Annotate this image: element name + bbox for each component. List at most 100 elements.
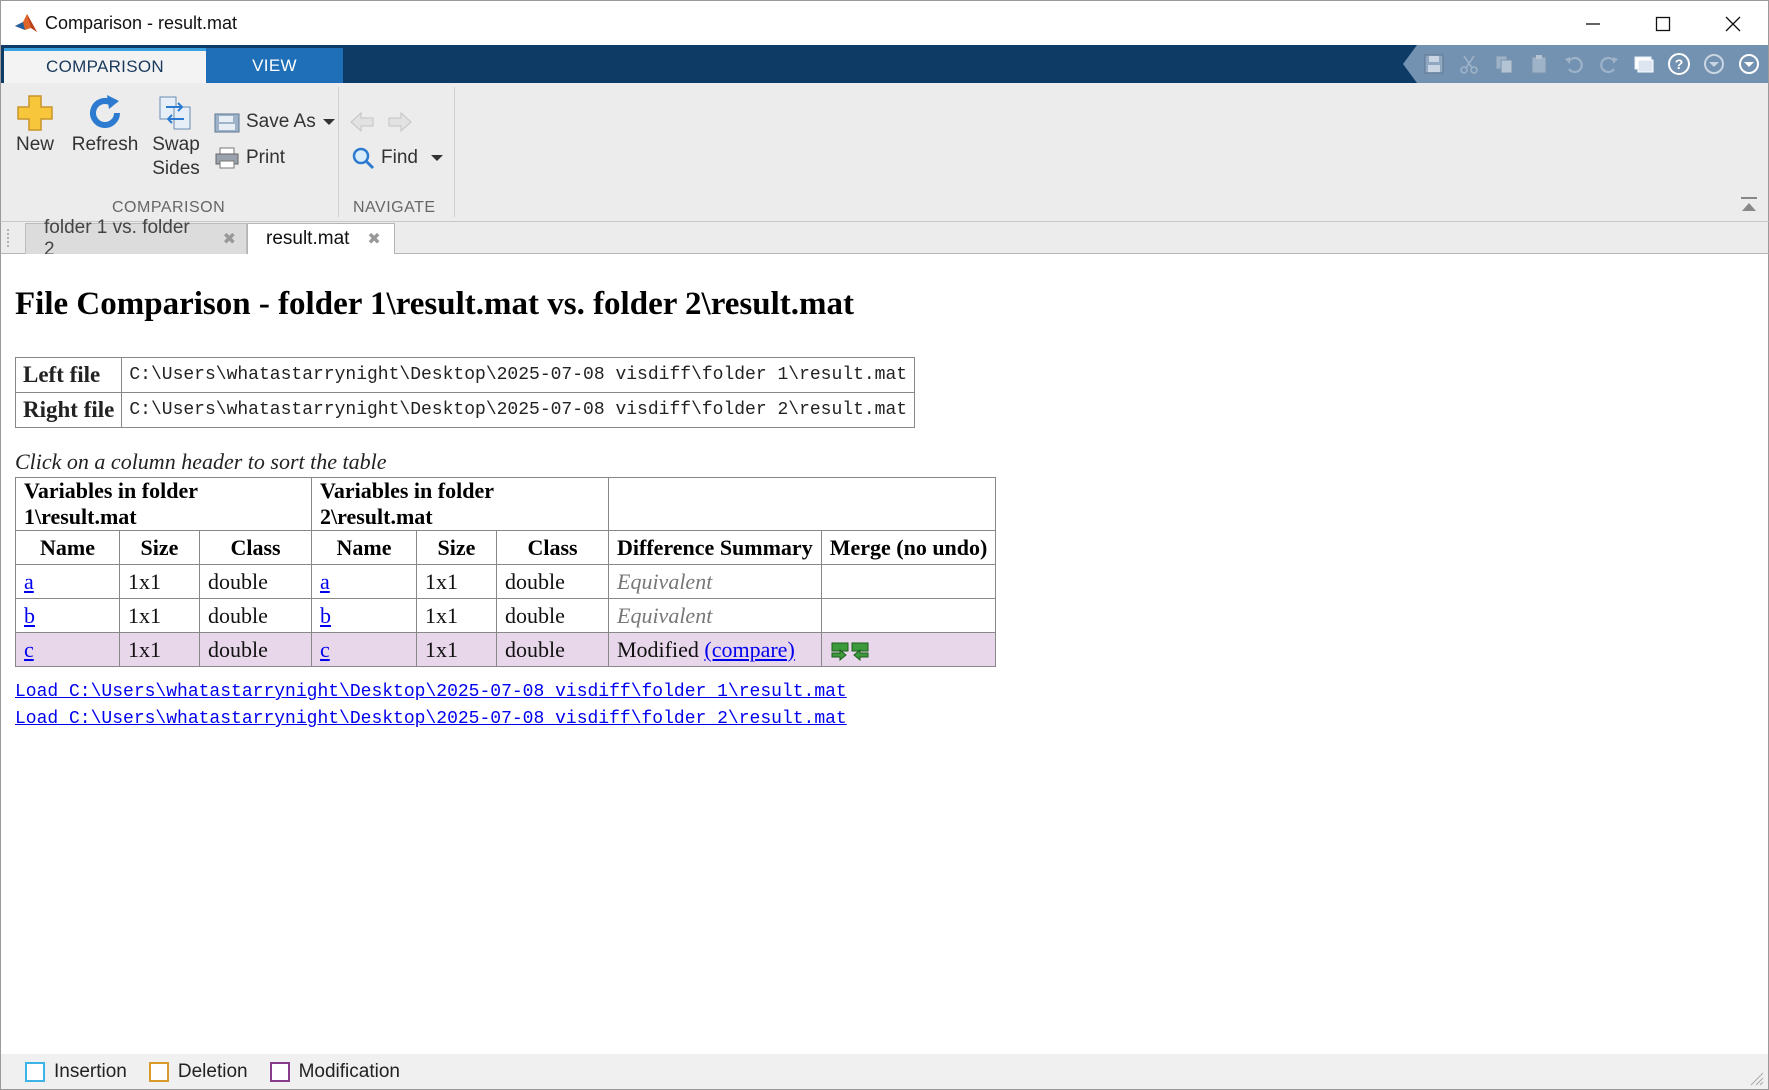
group-header-left: Variables in folder 1\result.mat (15, 477, 312, 531)
column-header-difference-summary[interactable]: Difference Summary (608, 530, 822, 565)
drag-handle-icon[interactable] (6, 229, 10, 247)
save-icon[interactable] (1421, 51, 1447, 77)
variable-link[interactable]: b (24, 603, 35, 628)
close-button[interactable] (1698, 1, 1768, 46)
merge-cell (820, 598, 997, 633)
find-button[interactable]: Find (351, 146, 444, 170)
report-view: File Comparison - folder 1\result.mat vs… (0, 254, 1769, 1054)
arrow-right-icon[interactable] (387, 111, 413, 133)
document-tab-strip: folder 1 vs. folder 2 ✖ result.mat ✖ (0, 217, 1769, 260)
merge-cell (820, 564, 997, 599)
refresh-button[interactable]: Refresh (71, 93, 139, 157)
insertion-swatch (25, 1061, 45, 1082)
column-header-size[interactable]: Size (119, 530, 200, 565)
file-paths-table: Left file C:\Users\whatastarrynight\Desk… (14, 357, 916, 428)
copy-icon[interactable] (1491, 51, 1517, 77)
window-title: Comparison - result.mat (45, 12, 238, 33)
collapse-toolstrip-icon[interactable] (1740, 195, 1758, 213)
swap-sides-icon (159, 96, 191, 130)
minimize-toolstrip-icon[interactable] (1701, 51, 1727, 77)
section-divider (454, 87, 455, 217)
sort-hint: Click on a column header to sort the tab… (15, 449, 387, 474)
new-button[interactable]: New (13, 93, 57, 157)
page-title: File Comparison - folder 1\result.mat vs… (15, 286, 854, 322)
doc-tab-result-mat[interactable]: result.mat ✖ (247, 223, 395, 255)
legend-insertion: Insertion (25, 1061, 127, 1083)
legend-deletion: Deletion (148, 1061, 248, 1083)
maximize-button[interactable] (1628, 1, 1698, 46)
quick-access-toolbar: ? (1403, 45, 1768, 83)
group-header-empty (607, 477, 997, 531)
merge-left-icon[interactable] (830, 641, 850, 662)
toolstrip: New Refresh Swap Sides Save As Print COM… (0, 83, 1769, 222)
variable-link[interactable]: b (320, 603, 331, 628)
variables-table: Variables in folder 1\result.mat Variabl… (15, 477, 997, 667)
load-links: Load C:\Users\whatastarrynight\Desktop\2… (15, 679, 847, 733)
print-icon (215, 147, 239, 169)
resize-grip-icon[interactable] (1750, 1072, 1764, 1086)
cut-icon[interactable] (1456, 51, 1482, 77)
legend-bar: Insertion Deletion Modification (0, 1054, 1769, 1090)
paste-icon[interactable] (1526, 51, 1552, 77)
compare-link[interactable]: (compare) (704, 637, 794, 662)
right-file-label: Right file (14, 392, 123, 428)
arrow-left-icon[interactable] (349, 111, 375, 133)
left-file-path: C:\Users\whatastarrynight\Desktop\2025-0… (121, 357, 916, 393)
minimize-button[interactable] (1558, 1, 1628, 46)
close-tab-icon[interactable]: ✖ (223, 229, 236, 249)
doc-tab-folder-comparison[interactable]: folder 1 vs. folder 2 ✖ (25, 217, 247, 260)
tab-comparison[interactable]: COMPARISON (4, 48, 206, 83)
variable-link[interactable]: a (24, 569, 34, 594)
ribbon-tab-strip: COMPARISON VIEW ? (0, 45, 1769, 83)
section-label-navigate: NAVIGATE (353, 199, 436, 216)
load-left-link[interactable]: Load C:\Users\whatastarrynight\Desktop\2… (15, 682, 847, 702)
save-as-icon (214, 113, 240, 133)
title-bar: Comparison - result.mat (0, 0, 1769, 45)
close-icon (1725, 16, 1741, 31)
variable-link[interactable]: a (320, 569, 330, 594)
group-header-right: Variables in folder 2\result.mat (311, 477, 609, 531)
maximize-icon (1655, 16, 1671, 31)
svg-text:?: ? (1675, 56, 1684, 72)
difference-summary: Equivalent (608, 598, 822, 633)
column-header-class[interactable]: Class (496, 530, 609, 565)
merge-cell (820, 632, 997, 667)
right-file-path: C:\Users\whatastarrynight\Desktop\2025-0… (121, 392, 916, 428)
left-file-label: Left file (14, 357, 123, 393)
section-label-comparison: COMPARISON (112, 199, 226, 216)
column-header-class[interactable]: Class (199, 530, 312, 565)
plus-icon (17, 95, 53, 131)
print-button[interactable]: Print (214, 146, 285, 170)
search-icon (352, 147, 375, 170)
modification-swatch (269, 1061, 290, 1082)
matlab-logo-icon (15, 14, 37, 32)
load-right-link[interactable]: Load C:\Users\whatastarrynight\Desktop\2… (15, 709, 847, 729)
chevron-down-icon (322, 119, 335, 125)
table-row: a 1x1 double a 1x1 double Equivalent (15, 564, 997, 599)
column-header-size[interactable]: Size (416, 530, 497, 565)
table-row: c 1x1 double c 1x1 double Modified (comp… (15, 632, 997, 667)
table-row: b 1x1 double b 1x1 double Equivalent (15, 598, 997, 633)
tab-view[interactable]: VIEW (206, 48, 343, 83)
column-header-name[interactable]: Name (311, 530, 417, 565)
deletion-swatch (148, 1061, 169, 1082)
close-tab-icon[interactable]: ✖ (367, 229, 380, 249)
minimize-icon (1586, 22, 1600, 25)
help-icon[interactable]: ? (1666, 51, 1692, 77)
variable-link[interactable]: c (24, 637, 34, 662)
column-header-merge[interactable]: Merge (no undo) (820, 530, 997, 565)
difference-summary: Modified (compare) (608, 632, 822, 667)
switch-windows-icon[interactable] (1631, 51, 1657, 77)
column-header-name[interactable]: Name (15, 530, 120, 565)
legend-modification: Modification (269, 1061, 400, 1083)
dropdown-icon[interactable] (1736, 51, 1762, 77)
undo-icon[interactable] (1561, 51, 1587, 77)
variable-link[interactable]: c (320, 637, 330, 662)
merge-right-icon[interactable] (850, 641, 870, 662)
save-as-button[interactable]: Save As (214, 110, 336, 134)
navigate-arrows (349, 111, 413, 133)
swap-sides-button[interactable]: Swap Sides (149, 93, 203, 181)
section-divider (338, 87, 339, 217)
chevron-down-icon (430, 155, 443, 161)
redo-icon[interactable] (1596, 51, 1622, 77)
